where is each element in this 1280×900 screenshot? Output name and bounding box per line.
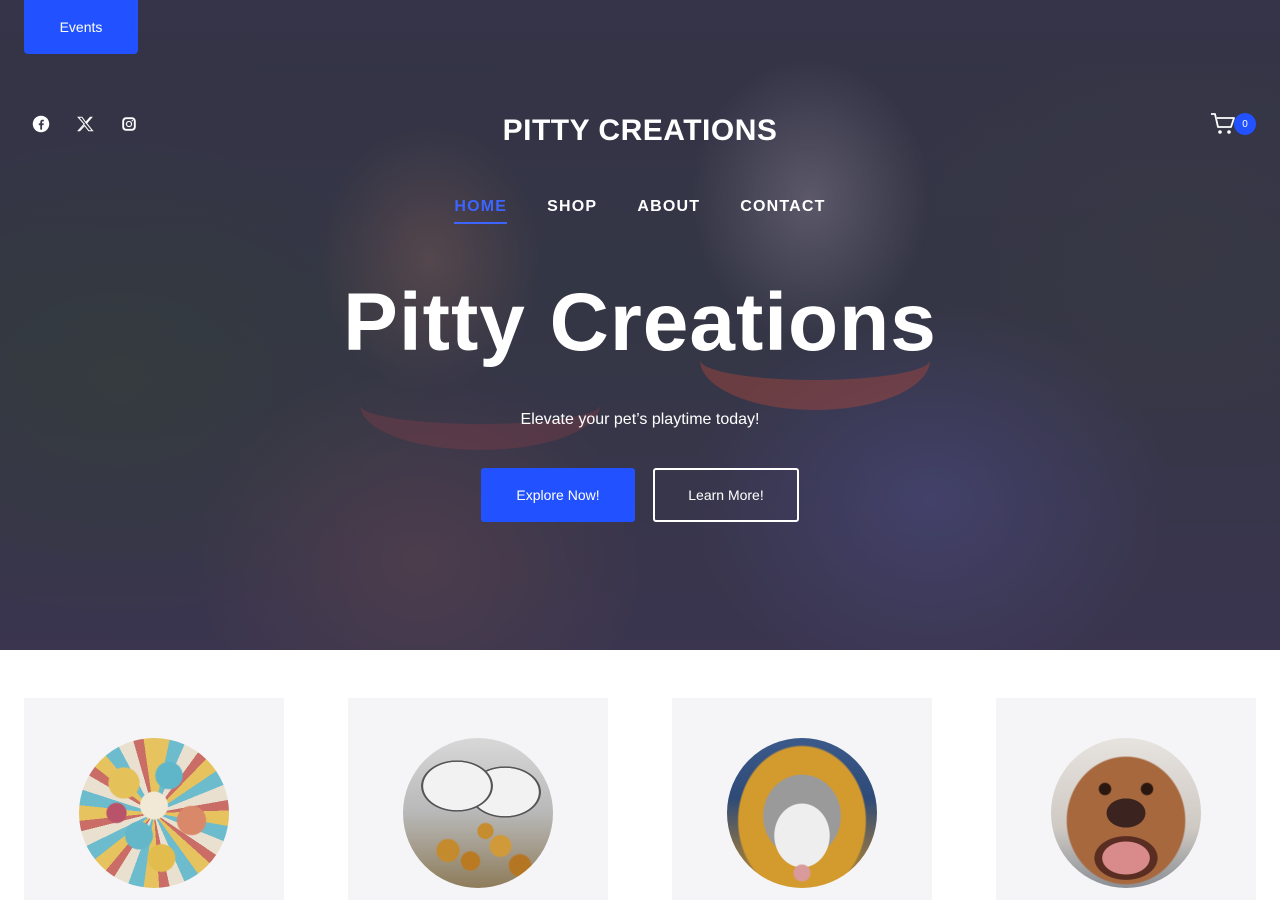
nav-item-about[interactable]: ABOUT <box>637 198 700 224</box>
treats-image[interactable] <box>403 738 553 888</box>
snuffle-mat-image[interactable] <box>79 738 229 888</box>
dog-image[interactable] <box>1051 738 1201 888</box>
product-card-treats[interactable] <box>348 698 608 900</box>
nav-item-home[interactable]: HOME <box>454 198 508 224</box>
cart-icon[interactable] <box>1210 112 1236 136</box>
explore-now-button[interactable]: Explore Now! <box>481 468 635 522</box>
nav-item-shop[interactable]: SHOP <box>547 198 597 224</box>
hero-photo-detail <box>360 360 600 450</box>
learn-more-button[interactable]: Learn More! <box>653 468 799 522</box>
site-title[interactable]: PITTY CREATIONS <box>0 114 1280 148</box>
cart-count-badge[interactable]: 0 <box>1234 113 1256 135</box>
main-nav: HOME SHOP ABOUT CONTACT <box>0 198 1280 224</box>
product-card-ferret[interactable] <box>672 698 932 900</box>
hero-heading: Pitty Creations <box>343 277 937 368</box>
hero-section: Events PITTY CREATIONS 0 HOME SHOP ABOUT… <box>0 0 1280 650</box>
product-card-dog[interactable] <box>996 698 1256 900</box>
ferret-image[interactable] <box>727 738 877 888</box>
product-card-snuffle-mat[interactable] <box>24 698 284 900</box>
hero-subheading: Elevate your pet’s playtime today! <box>520 411 760 428</box>
nav-item-contact[interactable]: CONTACT <box>740 198 825 224</box>
events-button[interactable]: Events <box>24 0 138 54</box>
